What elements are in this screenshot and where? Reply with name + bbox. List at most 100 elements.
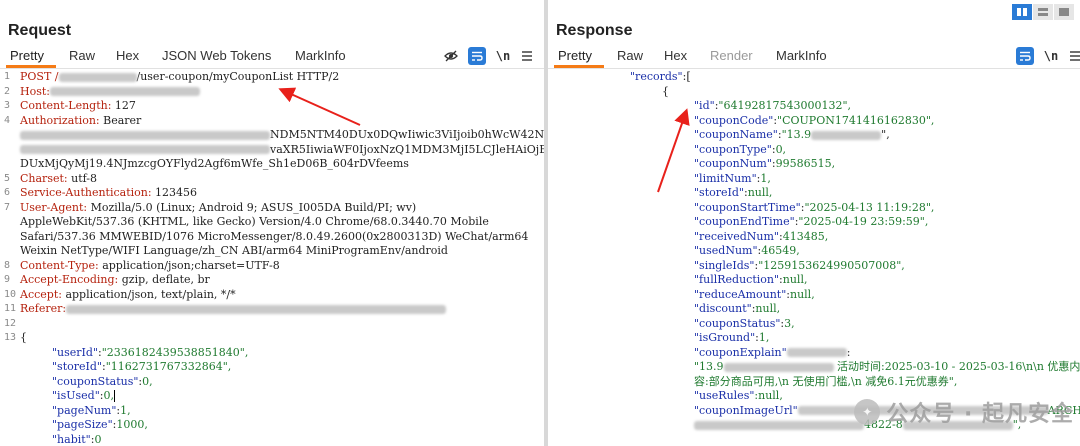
json-text: "isGround":1, [694,331,770,344]
json-key: "couponStatus" [694,316,781,330]
json-line: "couponCode":"COUPON1741416162830", [548,114,1080,129]
tab-raw[interactable]: Raw [69,48,95,63]
eye-off-icon[interactable] [442,47,460,65]
tab-markinfo[interactable]: MarkInfo [776,48,827,63]
code-text: Referer: [20,302,447,317]
json-text: "singleIds":"1259153624990507008", [694,258,905,272]
header-value: application/json, text/plain, */* [61,287,236,301]
response-viewer[interactable]: "records":[{"id":"64192817543000132", "co… [548,70,1080,446]
json-key: "couponName" [694,128,778,141]
layout-single-icon[interactable] [1054,4,1074,20]
json-value: 容:部分商品可用,\n 无使用门槛,\n 减免6.1元优惠券", [694,374,958,388]
json-line: "storeId":null, [548,186,1080,201]
code-text: Charset: utf-8 [20,172,97,187]
tab-json-web-tokens[interactable]: JSON Web Tokens [162,48,271,63]
header-name: Accept-Encoding: [20,273,119,286]
tab-raw[interactable]: Raw [617,48,643,63]
code-text: Weixin NetType/WIFI Language/zh_CN ABI/a… [20,244,448,259]
tab-render[interactable]: Render [710,48,753,63]
json-key: "userId" [52,345,99,359]
redacted-text [66,304,447,314]
line-number: 2 [4,85,11,97]
json-key: "receivedNum" [694,229,779,243]
header-value: Weixin NetType/WIFI Language/zh_CN ABI/a… [20,244,448,257]
line-number: 6 [4,187,11,198]
json-text: "usedNum":46549, [694,244,800,257]
redacted-text [723,362,834,372]
code-line: vaXR5IiwiaWF0IjoxNzQ1MDM3MjI5LCJleHAiOjE… [0,143,544,158]
json-key: "couponStartTime" [694,200,801,214]
json-line: "isGround":1, [548,331,1080,346]
json-key: "couponEndTime" [694,215,795,228]
header-value: gzip, deflate, br [118,273,210,286]
code-line: 10 Accept: application/json, text/plain, … [0,288,544,303]
json-key: "isGround" [694,331,756,344]
header-name: Content-Length: [20,99,112,112]
tab-border [548,68,1080,69]
header-value: Safari/537.36 MMWEBID/1076 MicroMessenge… [20,229,529,243]
layout-stacked-icon[interactable] [1033,4,1053,20]
tab-pretty[interactable]: Pretty [558,48,592,63]
json-text: "pageSize":1000, [52,418,148,431]
header-name: Host: [20,84,50,98]
json-key: "pageNum" [52,403,117,417]
request-pane: Request Pretty Raw Hex JSON Web Tokens M… [0,0,544,446]
code-line: 5 Charset: utf-8 [0,172,544,187]
menu-icon[interactable] [1066,47,1080,65]
json-value: 3, [784,316,795,330]
wrap-icon[interactable] [1016,47,1034,65]
json-value: "2025-04-19 23:59:59", [798,215,929,228]
code-text: AppleWebKit/537.36 (KHTML, like Gecko) V… [20,215,489,230]
json-line: "habit":0 [0,433,544,446]
json-key: "couponStatus" [52,374,139,388]
menu-icon[interactable] [518,47,536,65]
json-text: "couponType":0, [694,142,787,156]
json-key: "reduceAmount" [694,287,787,301]
tab-markinfo[interactable]: MarkInfo [295,48,346,63]
line-number: 1 [4,71,11,82]
header-value: 123456 [151,186,198,199]
json-value: 1, [760,171,771,185]
json-line: "couponEndTime":"2025-04-19 23:59:59", [548,215,1080,230]
header-name: User-Agent: [20,200,88,214]
json-key: "usedNum" [694,244,758,257]
redacted-text [811,130,882,140]
json-key: "storeId" [52,360,102,373]
layout-side-by-side-icon[interactable] [1012,4,1032,20]
header-name: Authorization: [20,113,100,127]
line-number: 8 [4,259,11,271]
newline-icon[interactable]: \n [494,47,512,65]
newline-icon[interactable]: \n [1042,47,1060,65]
tab-hex[interactable]: Hex [116,48,139,63]
code-text: Service-Authentication: 123456 [20,186,197,201]
code-line: 13{ [0,331,544,346]
code-text: { [20,331,27,346]
line-number: 5 [4,172,11,184]
json-text: "limitNum":1, [694,171,771,185]
json-line: "singleIds":"1259153624990507008", [548,259,1080,274]
json-line: "couponStatus":0, [0,375,544,390]
wechat-logo-icon: ✦ [854,399,881,425]
tab-hex[interactable]: Hex [664,48,687,63]
json-text: "couponEndTime":"2025-04-19 23:59:59", [694,215,929,228]
request-editor[interactable]: 1 POST / /user-coupon/myCouponList HTTP/2 2… [0,70,544,446]
json-value: 1, [120,403,131,417]
request-title: Request [8,22,72,39]
json-key: "fullReduction" [694,273,780,286]
json-key: "habit" [52,432,91,446]
tab-pretty[interactable]: Pretty [10,48,44,63]
json-text: "isUsed":0, [52,389,115,402]
json-key: "pageSize" [52,418,113,431]
code-line: AppleWebKit/537.36 (KHTML, like Gecko) V… [0,215,544,230]
redacted-text [50,87,200,96]
json-line: "receivedNum":413485, [548,230,1080,245]
code-text: Host: [20,85,200,100]
code-text: Accept: application/json, text/plain, */… [20,288,236,303]
code-line: 6 Service-Authentication: 123456 [0,186,544,201]
code-line: 8 Content-Type: application/json;charset=… [0,259,544,274]
code-line: Weixin NetType/WIFI Language/zh_CN ABI/a… [0,244,544,259]
code-text: Content-Length: 127 [20,99,136,114]
wrap-icon[interactable] [468,47,486,65]
line-number: 9 [4,274,11,285]
json-value: "2336182439538851840", [101,345,249,359]
